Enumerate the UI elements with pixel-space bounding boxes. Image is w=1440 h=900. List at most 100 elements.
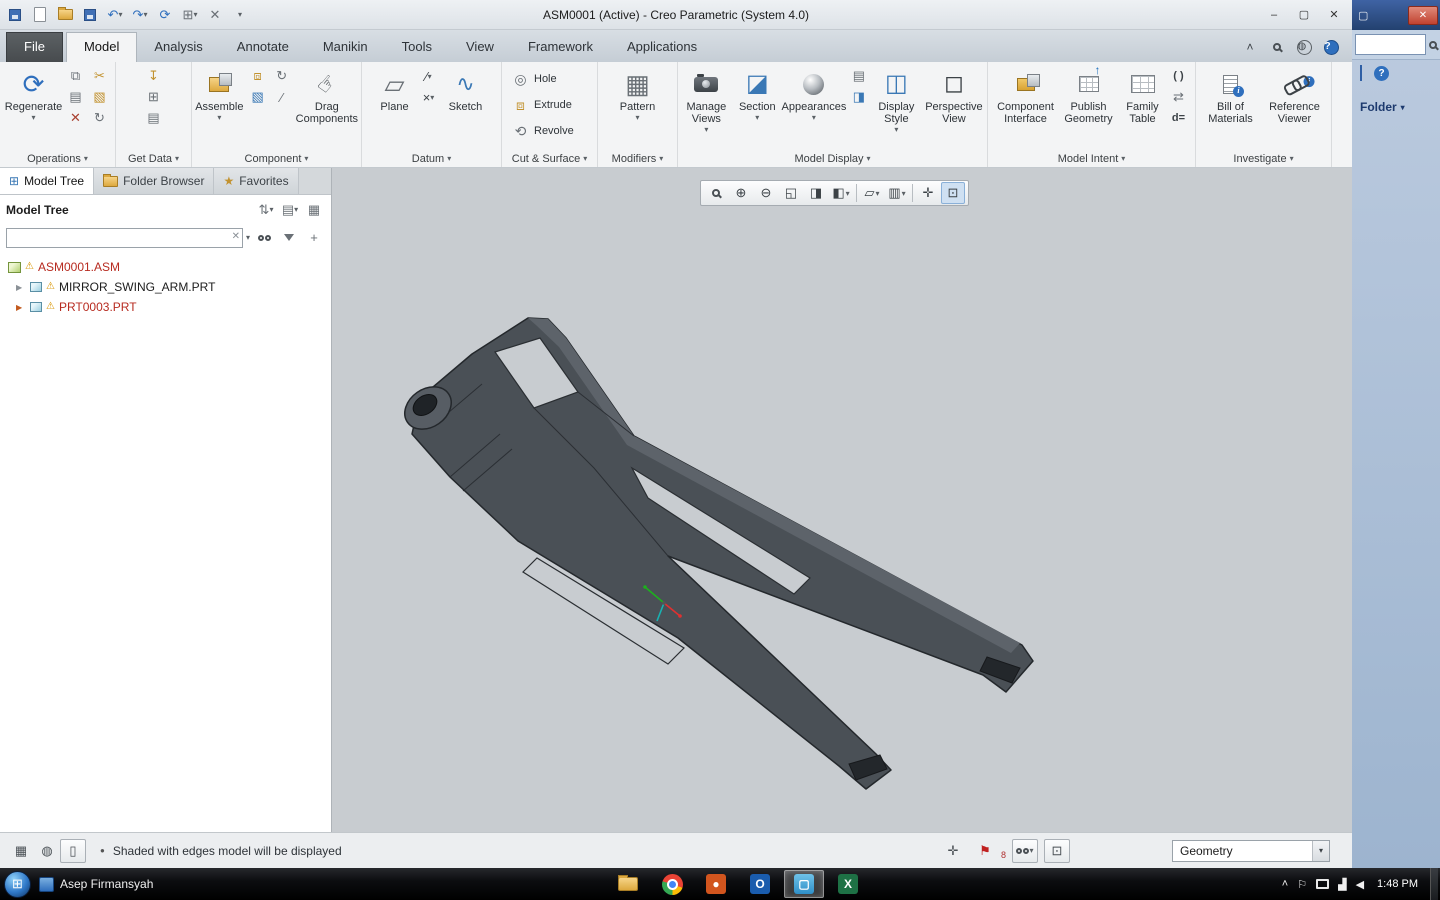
tab-favorites[interactable]: ★ Favorites xyxy=(214,168,299,194)
close-window-button[interactable]: ✕ xyxy=(204,4,226,26)
undo-button[interactable]: ↶ ▾ xyxy=(104,4,126,26)
tab-view[interactable]: View xyxy=(449,33,511,62)
volume-icon[interactable]: ◀ xyxy=(1356,878,1364,891)
tree-search-input[interactable] xyxy=(6,227,243,248)
tab-model-tree[interactable]: ⊞ Model Tree xyxy=(0,168,95,194)
show-hidden-icons[interactable]: ˄ xyxy=(1282,878,1288,890)
tree-columns-icon[interactable]: ▦ xyxy=(303,200,325,220)
tree-filters-icon[interactable]: ⇅ ▾ xyxy=(255,200,277,220)
window-switch-button[interactable]: ⊞ ▾ xyxy=(179,4,201,26)
appearances-button[interactable]: Appearances ▾ xyxy=(782,66,846,122)
group-label-component[interactable]: Component ▾ xyxy=(194,150,359,167)
secondary-search-icon[interactable] xyxy=(1429,38,1437,52)
spin-center-icon[interactable]: ✛ xyxy=(916,182,940,204)
component-pattern-button[interactable]: ▧ xyxy=(247,87,269,107)
zoom-out-icon[interactable]: ⊖ xyxy=(754,182,778,204)
family-table-button[interactable]: Family Table xyxy=(1120,66,1166,125)
shrinkwrap-button[interactable]: ▤ xyxy=(143,108,165,128)
repeat-button[interactable]: ↻ xyxy=(89,108,111,128)
display-style-icon[interactable]: ◧ ▾ xyxy=(829,182,853,204)
zoom-icon[interactable] xyxy=(704,182,728,204)
mirror-button[interactable]: ▧ xyxy=(89,87,111,107)
find-icon[interactable] xyxy=(253,228,275,248)
paste-button[interactable]: ▤ xyxy=(65,87,87,107)
start-button[interactable]: ⊞ xyxy=(4,870,31,898)
tab-file[interactable]: File xyxy=(6,32,63,62)
delete-button[interactable]: ✕ xyxy=(65,108,87,128)
close-button[interactable]: ✕ xyxy=(1320,5,1348,25)
clock[interactable]: 1:48 PM xyxy=(1373,878,1422,890)
drag-components-button[interactable]: ☞ Drag Components xyxy=(295,66,359,125)
switch-symbols-button[interactable]: ⇄ xyxy=(1168,87,1190,107)
regenerate-quick-button[interactable]: ⟳ xyxy=(154,4,176,26)
view-manager-status-icon[interactable]: ⊡ xyxy=(1044,838,1070,863)
bill-of-materials-button[interactable]: i Bill of Materials xyxy=(1201,66,1261,125)
tab-manikin[interactable]: Manikin xyxy=(306,33,385,62)
tab-analysis[interactable]: Analysis xyxy=(137,33,219,62)
toggle-tree-columns-icon[interactable]: ▦ xyxy=(8,839,34,863)
tree-item-part[interactable]: ▶ ⚠ PRT0003.PRT xyxy=(0,297,331,317)
tab-folder-browser[interactable]: Folder Browser xyxy=(94,168,215,194)
tab-annotate[interactable]: Annotate xyxy=(220,33,306,62)
blank-page-icon[interactable]: ▯ xyxy=(60,838,86,863)
display-icon[interactable] xyxy=(1316,879,1330,889)
chrome-taskbar-icon[interactable] xyxy=(652,870,692,898)
create-component-button[interactable]: ⧈ xyxy=(247,66,269,86)
explorer-taskbar-icon[interactable] xyxy=(608,870,648,898)
refit-icon[interactable]: ◱ xyxy=(779,182,803,204)
redo-button[interactable]: ↷ ▾ xyxy=(129,4,151,26)
taskbar-user[interactable]: Asep Firmansyah xyxy=(39,876,153,892)
plane-button[interactable]: ▱ Plane xyxy=(374,66,416,113)
help-icon[interactable]: ? xyxy=(1374,65,1389,81)
group-label-operations[interactable]: Operations ▾ xyxy=(2,150,113,167)
revolve-button[interactable]: ⟲ Revolve xyxy=(504,118,595,144)
tab-applications[interactable]: Applications xyxy=(610,33,714,62)
group-label-get-data[interactable]: Get Data ▾ xyxy=(118,150,189,167)
annotation-display-icon[interactable]: ▥ ▾ xyxy=(885,182,909,204)
group-label-datum[interactable]: Datum ▾ xyxy=(364,150,499,167)
panes-icon[interactable] xyxy=(1360,65,1362,81)
secondary-search-input[interactable] xyxy=(1355,34,1426,55)
expand-arrow-icon[interactable]: ▶ xyxy=(16,303,26,312)
creo-taskbar-icon[interactable]: ▢ xyxy=(784,870,824,898)
search-options-icon[interactable]: ▾ xyxy=(246,233,250,242)
manage-views-button[interactable]: Manage Views ▾ xyxy=(680,66,733,134)
filter-icon[interactable] xyxy=(278,228,300,248)
creo-logo-icon[interactable] xyxy=(4,4,26,26)
help-icon[interactable]: ? xyxy=(1323,39,1339,55)
collapse-ribbon-icon[interactable]: ˄ xyxy=(1241,38,1259,56)
failure-flag-icon[interactable]: ⚑ xyxy=(972,839,998,863)
user-defined-feature-button[interactable]: ⊞ xyxy=(143,87,165,107)
axis-button[interactable]: ∕ ▾ xyxy=(418,66,440,86)
open-file-button[interactable] xyxy=(54,4,76,26)
orange-app-taskbar-icon[interactable]: ● xyxy=(696,870,736,898)
perspective-view-button[interactable]: ◻ Perspective View xyxy=(923,66,985,126)
tab-tools[interactable]: Tools xyxy=(385,33,449,62)
flexible-component-button[interactable]: ∕ xyxy=(271,87,293,107)
restore-icon[interactable]: ▢ xyxy=(1354,9,1368,22)
expand-arrow-icon[interactable]: ▶ xyxy=(16,283,26,292)
group-label-modifiers[interactable]: Modifiers ▾ xyxy=(600,150,675,167)
publish-geometry-button[interactable]: ↑ Publish Geometry xyxy=(1060,64,1118,125)
clear-search-icon[interactable]: ✕ xyxy=(232,231,240,242)
reference-viewer-button[interactable]: i Reference Viewer xyxy=(1263,66,1327,125)
view-manager-icon[interactable]: ⊡ xyxy=(941,182,965,204)
relations-button[interactable]: d= xyxy=(1168,108,1190,128)
tree-item-part[interactable]: ▶ ⚠ MIRROR_SWING_ARM.PRT xyxy=(0,277,331,297)
orient-mode-icon[interactable]: ✛ xyxy=(940,839,966,863)
add-rule-icon[interactable]: + xyxy=(303,228,325,248)
action-center-icon[interactable]: ⚐ xyxy=(1297,878,1307,891)
datum-display-icon[interactable]: ▱ ▾ xyxy=(860,182,884,204)
group-label-model-display[interactable]: Model Display ▾ xyxy=(680,150,985,167)
folder-dropdown[interactable]: Folder ▾ xyxy=(1352,86,1440,114)
swingarm-model[interactable] xyxy=(332,168,1352,832)
tree-item-assembly[interactable]: ⚠ ASM0001.ASM xyxy=(0,257,331,277)
parameters-button[interactable]: ( ) xyxy=(1168,66,1190,86)
group-label-model-intent[interactable]: Model Intent ▾ xyxy=(990,150,1193,167)
tab-framework[interactable]: Framework xyxy=(511,33,610,62)
pattern-button[interactable]: ▦ Pattern ▾ xyxy=(609,66,667,122)
scale-icon-button[interactable]: ▤ xyxy=(848,66,870,86)
excel-taskbar-icon[interactable]: X xyxy=(828,870,868,898)
search-tool-icon[interactable]: ▾ xyxy=(1012,838,1038,863)
minimize-button[interactable]: – xyxy=(1260,5,1288,25)
